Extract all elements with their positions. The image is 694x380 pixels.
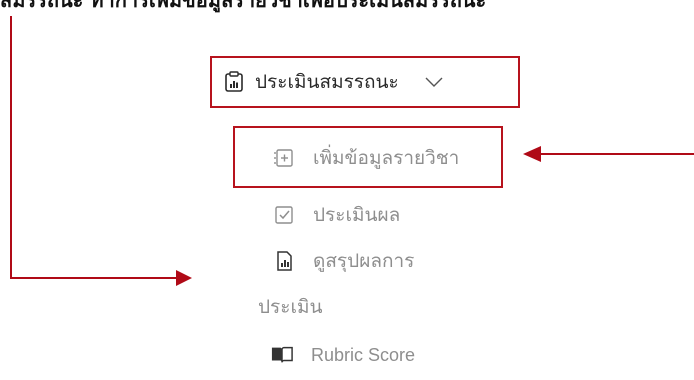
annotated-screenshot: สมรรถนะ ทำการเพิ่มข้อมูลรายวิชาเพื่อประเ…: [0, 0, 694, 380]
book-icon: [271, 344, 293, 366]
menu-item-label: เพิ่มข้อมูลรายวิชา: [313, 147, 460, 169]
checkbox-icon: [273, 204, 295, 226]
menu-group-assess-competency[interactable]: ประเมินสมรรถนะ: [223, 62, 513, 102]
add-list-icon: [273, 147, 295, 169]
right-arrow-head: [523, 146, 541, 162]
chevron-down-icon[interactable]: [423, 71, 445, 93]
menu-item-label: Rubric Score: [311, 344, 416, 365]
menu-item-label: ประเมินผล: [313, 204, 401, 226]
left-arrow-horizontal: [10, 277, 178, 279]
document-chart-icon: [273, 250, 295, 272]
left-arrow-head: [176, 270, 192, 286]
menu-item-evaluate[interactable]: ประเมินผล: [273, 200, 400, 230]
menu-item-add-course-data[interactable]: เพิ่มข้อมูลรายวิชา: [273, 143, 459, 173]
right-arrow-horizontal: [540, 153, 694, 155]
menu-group-label: ประเมินสมรรถนะ: [255, 71, 399, 93]
left-arrow-vertical: [10, 16, 12, 278]
menu-item-view-summary[interactable]: ดูสรุปผลการ: [273, 246, 414, 276]
menu-item-rubric-score[interactable]: Rubric Score: [271, 344, 415, 366]
clipboard-chart-icon: [223, 71, 245, 93]
menu-item-label-line2: ประเมิน: [258, 296, 323, 318]
instruction-caption: สมรรถนะ ทำการเพิ่มข้อมูลรายวิชาเพื่อประเ…: [0, 0, 487, 12]
menu-item-label-line1: ดูสรุปผลการ: [313, 250, 415, 272]
